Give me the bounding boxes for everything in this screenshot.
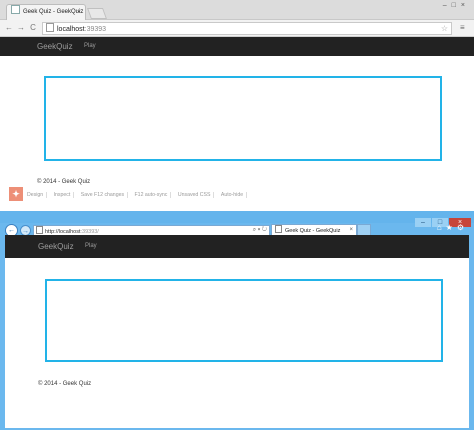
chrome-window-controls[interactable]: –□× [443, 2, 470, 9]
menu-icon[interactable]: ≡ [460, 23, 468, 33]
design-button[interactable]: Design [27, 192, 48, 198]
inspect-button[interactable]: Inspect [54, 192, 75, 198]
new-tab-button[interactable] [86, 8, 108, 19]
address-port: :39393 [84, 26, 107, 33]
site-brand-link[interactable]: GeekQuiz [37, 37, 73, 56]
chrome-browser-window: Geek Quiz - GeekQuiz × –□× ← → C localho… [0, 0, 474, 210]
chrome-toolbar: ← → C localhost:39393 ☆ ≡ [0, 20, 474, 37]
reload-icon[interactable]: C [28, 23, 38, 33]
unsaved-css-button[interactable]: Unsaved CSS [178, 192, 215, 198]
browser-link-toolbar: ✦ Design Inspect Save F12 changes F12 au… [0, 185, 474, 209]
ie-tab-title: Geek Quiz - GeekQuiz [285, 228, 341, 234]
page-icon [36, 226, 43, 234]
chrome-tab[interactable]: Geek Quiz - GeekQuiz × [6, 4, 86, 20]
quiz-content-area [45, 279, 443, 362]
ie-page-viewport: GeekQuiz Play © 2014 - Geek Quiz [5, 235, 469, 428]
chrome-tab-strip: Geek Quiz - GeekQuiz × –□× [0, 0, 474, 20]
search-refresh-icons[interactable]: ⌕ ▾ ↻ [253, 226, 267, 235]
auto-hide-toggle[interactable]: Auto-hide [221, 192, 248, 198]
site-navbar: GeekQuiz Play [0, 37, 474, 56]
page-footer: © 2014 - Geek Quiz [38, 381, 92, 387]
home-favorites-settings-icons[interactable]: ⌂★⚙ [437, 223, 468, 232]
ie-browser-window: – □ × ← → http://localhost:39393/ ⌕ ▾ ↻ Ge… [0, 211, 474, 430]
site-brand-link[interactable]: GeekQuiz [38, 235, 74, 258]
chrome-address-bar[interactable]: localhost:39393 ☆ [42, 22, 452, 35]
address-host: localhost [57, 26, 85, 33]
f12-auto-sync-toggle[interactable]: F12 auto-sync [135, 192, 172, 198]
page-icon [46, 23, 54, 32]
quiz-content-area [44, 76, 442, 161]
save-f12-changes-button[interactable]: Save F12 changes [81, 192, 129, 198]
browser-link-tools: Design Inspect Save F12 changes F12 auto… [27, 192, 252, 198]
ie-title-bar: – □ × [0, 211, 474, 227]
page-icon [275, 225, 282, 233]
close-icon[interactable]: × [77, 5, 81, 20]
back-arrow-icon[interactable]: ← [4, 23, 14, 33]
chrome-tab-title: Geek Quiz - GeekQuiz [23, 9, 84, 15]
forward-arrow-icon[interactable]: → [16, 23, 26, 33]
minimize-icon[interactable]: – [415, 218, 431, 227]
page-icon [11, 5, 20, 14]
nav-play-link[interactable]: Play [85, 235, 97, 258]
ie-window-controls: – □ × [414, 211, 471, 227]
star-icon[interactable]: ☆ [441, 23, 448, 34]
visual-studio-logo-icon: ✦ [9, 187, 23, 201]
nav-play-link[interactable]: Play [84, 37, 96, 56]
site-navbar: GeekQuiz Play [5, 235, 469, 258]
